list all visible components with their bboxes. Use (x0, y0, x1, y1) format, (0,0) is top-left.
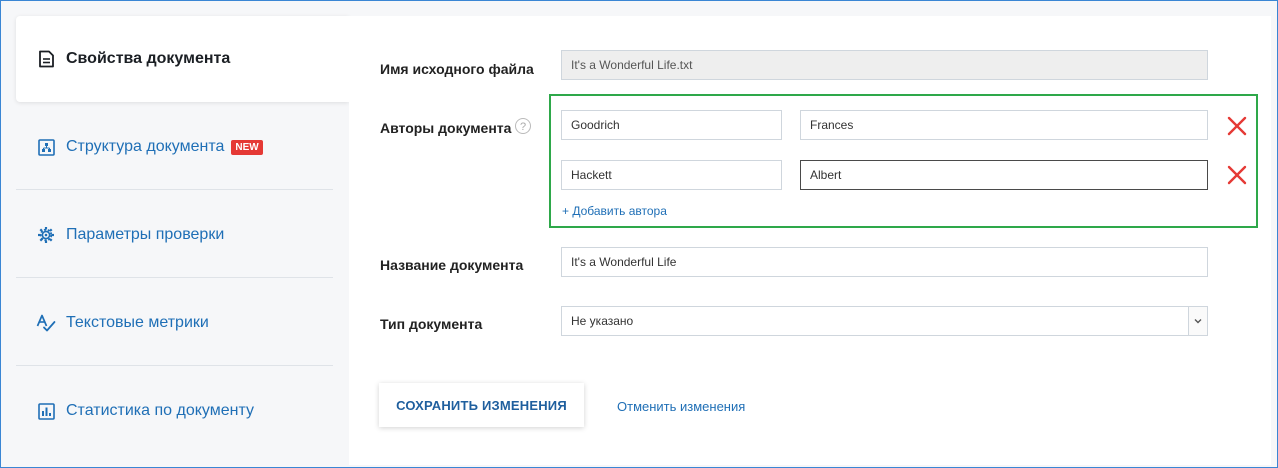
sidebar-item-document-structure[interactable]: Структура документа NEW (16, 104, 349, 190)
source-file-label: Имя исходного файла (380, 61, 534, 77)
close-icon (1227, 165, 1247, 185)
source-file-field (561, 50, 1208, 80)
new-badge: NEW (231, 139, 263, 155)
chart-icon (36, 401, 56, 421)
sidebar: Свойства документа Структура документа N… (16, 16, 349, 467)
sidebar-item-document-statistics[interactable]: Статистика по документу (16, 368, 349, 454)
divider (16, 365, 333, 366)
title-label: Название документа (380, 257, 524, 273)
help-icon[interactable]: ? (515, 118, 531, 134)
document-icon (36, 49, 56, 69)
document-properties-panel: Имя исходного файла Авторы документа ? +… (349, 16, 1271, 465)
selected-type: Не указано (571, 314, 634, 328)
author-1-first-name-field[interactable] (800, 110, 1208, 140)
type-label: Тип документа (380, 316, 483, 332)
save-changes-button[interactable]: СОХРАНИТЬ ИЗМЕНЕНИЯ (379, 383, 584, 427)
divider (16, 189, 333, 190)
author-1-last-name-field[interactable] (561, 110, 782, 140)
remove-author-1-button[interactable] (1226, 115, 1248, 137)
sidebar-item-label: Статистика по документу (66, 402, 254, 419)
sidebar-item-label: Текстовые метрики (66, 314, 209, 331)
app-frame: Свойства документа Структура документа N… (0, 0, 1278, 468)
text-metrics-icon (36, 313, 56, 333)
cancel-changes-link[interactable]: Отменить изменения (617, 399, 745, 414)
chevron-down-icon[interactable] (1188, 307, 1207, 335)
close-icon (1227, 116, 1247, 136)
structure-icon (36, 137, 56, 157)
document-title-field[interactable] (561, 247, 1208, 277)
sidebar-item-check-parameters[interactable]: Параметры проверки (16, 192, 349, 278)
sidebar-item-label: Параметры проверки (66, 226, 225, 243)
divider (16, 277, 333, 278)
sidebar-item-document-properties[interactable]: Свойства документа (16, 16, 349, 102)
author-2-first-name-field[interactable] (800, 160, 1208, 190)
sidebar-item-label: Свойства документа (66, 50, 231, 67)
gear-icon (36, 225, 56, 245)
authors-label: Авторы документа (380, 120, 512, 136)
sidebar-item-text-metrics[interactable]: Текстовые метрики (16, 280, 349, 366)
add-author-link[interactable]: + Добавить автора (562, 204, 667, 218)
sidebar-item-label: Структура документа (66, 138, 225, 155)
author-2-last-name-field[interactable] (561, 160, 782, 190)
document-type-select[interactable]: Не указано (561, 306, 1208, 336)
remove-author-2-button[interactable] (1226, 164, 1248, 186)
